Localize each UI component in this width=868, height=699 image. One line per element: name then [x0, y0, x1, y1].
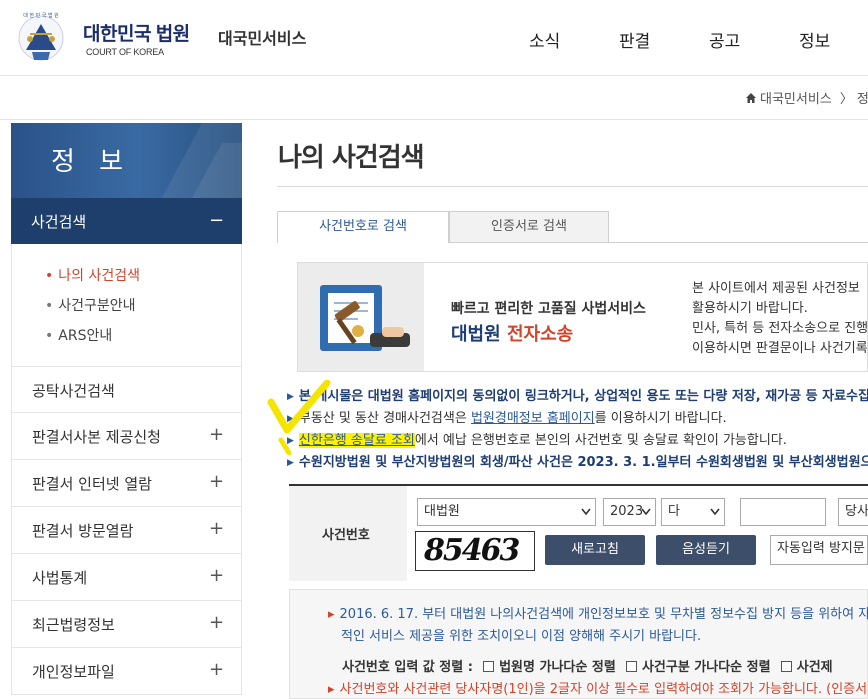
sidebar-item-label: 공탁사건검색 — [32, 382, 115, 400]
sort-case-type-checkbox[interactable] — [625, 661, 637, 672]
year-select[interactable]: 2023 — [603, 498, 656, 526]
sidebar-subitem-ars[interactable]: • ARS안내 — [45, 325, 112, 345]
sidebar-item-privacy-files[interactable]: 개인정보파일 + — [11, 648, 242, 695]
captcha-refresh-button[interactable]: 새로고침 — [545, 535, 645, 565]
breadcrumb: 대국민서비스 〉 정 — [745, 88, 868, 107]
notice-item: ▶ 신한은행 송달료 조회에서 예납 은행번호로 본인의 사건번호 및 송달료 확… — [287, 433, 787, 448]
logo-title[interactable]: 대한민국 법원 — [83, 19, 190, 46]
expand-icon[interactable]: + — [209, 565, 224, 586]
tab-case-number-search[interactable]: 사건번호로 검색 — [277, 211, 449, 243]
chevron-down-icon — [641, 508, 651, 516]
tab-divider — [449, 242, 868, 243]
captcha-input[interactable]: 자동입력 방지문 — [770, 535, 868, 565]
nav-announcements[interactable]: 공고 — [709, 27, 740, 52]
breadcrumb-next[interactable]: 정 — [857, 92, 868, 107]
sidebar-item-case-search[interactable]: 사건검색 − — [11, 198, 242, 244]
case-search-form: 사건번호 대법원 2023 다 당사 85463 새로고침 음성듣기 자동입력 … — [289, 484, 868, 581]
court-logo[interactable]: 대 한 민 국 법 원 — [12, 10, 70, 66]
title-divider — [277, 186, 868, 187]
breadcrumb-separator: 〉 — [839, 92, 853, 107]
expand-icon[interactable]: + — [209, 612, 224, 633]
breadcrumb-home[interactable]: 대국민서비스 — [760, 92, 832, 107]
sidebar-item-statistics[interactable]: 사법통계 + — [11, 554, 242, 601]
sidebar-item-judgment-visit[interactable]: 판결서 방문열람 + — [11, 507, 242, 554]
gavel-document-icon — [298, 263, 424, 371]
sidebar-item-recent-laws[interactable]: 최근법령정보 + — [11, 601, 242, 648]
sidebar-submenu: • 나의 사건검색 • 사건구분안내 • ARS안내 — [11, 244, 242, 366]
svg-text:대 한 민 국 법 원: 대 한 민 국 법 원 — [23, 12, 59, 19]
sidebar-item-deposit-search[interactable]: 공탁사건검색 — [11, 366, 242, 413]
sidebar-item-label: 판결서 방문열람 — [32, 522, 134, 540]
sidebar-item-label: 사건검색 — [31, 213, 87, 231]
check-mark-icon — [267, 380, 331, 455]
nav-judgments[interactable]: 판결 — [619, 27, 650, 52]
sidebar-item-judgment-copy[interactable]: 판결서사본 제공신청 + — [11, 413, 242, 460]
captcha-audio-button[interactable]: 음성듣기 — [656, 535, 756, 565]
notice-item: ▶ 부동산 및 동산 경매사건검색은 법원경매정보 홈페이지를 이용하시기 바랍니… — [287, 411, 727, 426]
banner-tagline: 빠르고 편리한 고품질 사법서비스 — [451, 301, 646, 317]
e-litigation-banner[interactable]: 빠르고 편리한 고품질 사법서비스 대법원 전자소송 본 사이트에서 제공된 사… — [297, 262, 868, 372]
expand-icon[interactable]: + — [209, 518, 224, 539]
site-header: 대 한 민 국 법 원 대한민국 법원 COURT OF KOREA 대국민서비… — [0, 0, 868, 76]
chevron-down-icon — [710, 508, 720, 516]
sort-options: 사건번호 입력 값 정렬 : 법원명 가나다순 정렬 사건구분 가나다순 정렬 … — [342, 660, 833, 675]
breadcrumb-bar — [0, 76, 868, 120]
banner-description: 본 사이트에서 제공된 사건정보 활용하시기 바랍니다. 민사, 특허 등 전자… — [692, 281, 868, 356]
site-name[interactable]: 대국민서비스 — [218, 25, 306, 49]
sidebar-item-label: 개인정보파일 — [32, 663, 115, 681]
sidebar-item-label: 판결서 인터넷 열람 — [32, 475, 152, 493]
case-number-label: 사건번호 — [322, 528, 370, 543]
case-type-select[interactable]: 다 — [661, 498, 725, 526]
expand-icon[interactable]: + — [209, 471, 224, 492]
sidebar-item-judgment-online[interactable]: 판결서 인터넷 열람 + — [11, 460, 242, 507]
notice-item: ▶ 수원지방법원 및 부산지방법원의 회생/파산 사건은 2023. 3. 1.일… — [287, 455, 868, 470]
search-info-box: ▸ 2016. 6. 17. 부터 대법원 나의사건검색에 개인정보보호 및 무차… — [289, 589, 868, 699]
banner-heading: 대법원 전자소송 — [451, 324, 574, 345]
sort-court-checkbox[interactable] — [483, 661, 495, 672]
party-name-input[interactable]: 당사 — [838, 498, 868, 526]
captcha-image: 85463 — [415, 531, 535, 571]
sidebar-header: 정 보 — [11, 123, 242, 198]
expand-icon[interactable]: + — [209, 424, 224, 445]
sidebar-item-label: 사법통계 — [32, 569, 88, 587]
required-input-warning: ▸ 사건번호와 사건관련 당사자명(1인)을 2글자 이상 필수로 입력하여야 조… — [328, 682, 868, 697]
sort-case-title-checkbox[interactable] — [780, 661, 792, 672]
info-line: ▸ 2016. 6. 17. 부터 대법원 나의사건검색에 개인정보보호 및 무차… — [328, 607, 868, 622]
nav-news[interactable]: 소식 — [529, 27, 560, 52]
court-auction-link[interactable]: 법원경매정보 홈페이지 — [471, 411, 595, 426]
nav-information[interactable]: 정보 — [799, 27, 830, 52]
chevron-down-icon — [581, 508, 591, 516]
tab-certificate-search[interactable]: 인증서로 검색 — [449, 211, 609, 243]
sidebar-title: 정 보 — [51, 147, 132, 177]
notice-item: ▶ 본 게시물은 대법원 홈페이지의 동의없이 링크하거나, 상업적인 용도 또는… — [287, 389, 868, 404]
page-title: 나의 사건검색 — [278, 143, 425, 173]
logo-subtitle: COURT OF KOREA — [86, 47, 164, 57]
sidebar-subitem-case-types[interactable]: • 사건구분안내 — [45, 295, 136, 315]
sidebar-decoration-icon — [162, 123, 242, 198]
case-number-input[interactable] — [740, 498, 826, 526]
info-line: 적인 서비스 제공을 위한 조치이오니 이점 양해해 주시기 바랍니다. — [341, 629, 702, 644]
sidebar-item-label: 판결서사본 제공신청 — [32, 428, 161, 446]
expand-icon[interactable]: + — [209, 659, 224, 680]
court-select[interactable]: 대법원 — [417, 498, 596, 526]
sidebar-item-label: 최근법령정보 — [32, 616, 115, 634]
sidebar-subitem-my-case-search[interactable]: • 나의 사건검색 — [45, 265, 140, 285]
home-icon[interactable] — [745, 92, 757, 104]
collapse-icon[interactable]: − — [209, 210, 224, 231]
search-label-cell: 사건번호 — [289, 486, 407, 581]
